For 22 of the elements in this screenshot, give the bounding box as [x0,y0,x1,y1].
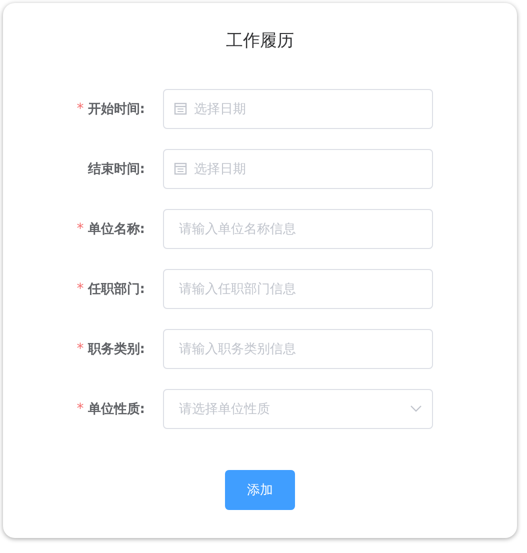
select-field[interactable]: 请选择单位性质 [163,389,433,429]
field-label: 单位名称: [88,221,145,238]
field-label: 职务类别: [88,341,145,358]
date-picker-field[interactable]: 选择日期 [163,149,433,189]
required-mark: * [76,341,84,357]
required-mark: * [76,281,84,297]
required-mark: * [76,221,84,237]
calendar-icon [174,102,187,115]
field-label: 结束时间: [88,161,145,178]
dialog-title: 工作履历 [226,30,294,53]
field-label: 开始时间: [88,101,145,118]
date-picker-field[interactable]: 选择日期 [163,89,433,129]
field-label: 任职部门: [88,280,145,298]
field-label: 单位性质: [88,401,145,418]
calendar-icon [174,162,187,175]
add-button[interactable]: 添加 [225,470,295,510]
required-mark: * [76,101,84,117]
input-field[interactable]: 请输入任职部门信息 [163,269,433,309]
input-field[interactable]: 请输入单位名称信息 [163,209,433,249]
chevron-down-icon [410,405,422,413]
required-mark: * [76,401,84,417]
input-field[interactable]: 请输入职务类别信息 [163,329,433,369]
